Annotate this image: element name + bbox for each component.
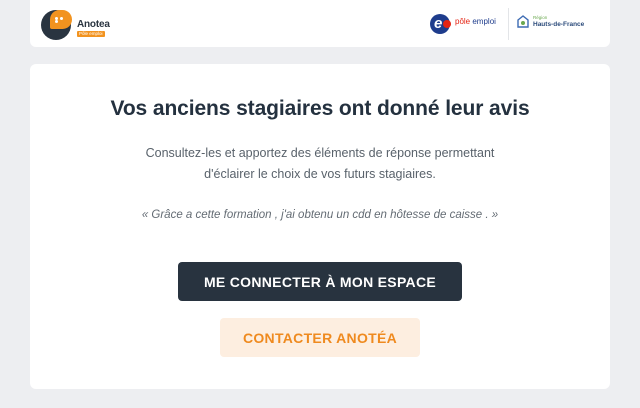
region-small-label: Région: [533, 15, 548, 20]
region-name: Hauts-de-France: [533, 21, 585, 28]
pole-emploi-logo[interactable]: e pôle emploi: [430, 14, 505, 34]
subtitle-text: Consultez-les et apportez des éléments d…: [145, 146, 495, 181]
partner-logos: e pôle emploi Région Hauts-de-France: [430, 8, 600, 40]
pole-emploi-suffix: emploi: [472, 17, 496, 26]
login-button[interactable]: ME CONNECTER À MON ESPACE: [178, 262, 462, 301]
pole-emploi-text: pôle emploi: [455, 17, 496, 26]
logo-name: Anotea: [77, 19, 110, 30]
pole-emploi-prefix: pôle: [455, 17, 471, 26]
region-map-icon: [517, 15, 529, 28]
trainee-quote: « Grâce a cette formation , j'ai obtenu …: [141, 209, 499, 221]
anotea-logo[interactable]: Anotea Pôle emploi: [41, 8, 111, 40]
top-header: Anotea Pôle emploi e pôle emploi Région …: [30, 0, 610, 47]
main-card: Vos anciens stagiaires ont donné leur av…: [30, 64, 610, 389]
header-divider: [508, 8, 509, 40]
dots-icon: [55, 17, 69, 23]
pole-emploi-icon: e: [430, 14, 451, 34]
contact-button[interactable]: CONTACTER ANOTÉA: [220, 318, 420, 357]
region-logo[interactable]: Région Hauts-de-France: [516, 14, 600, 34]
page-title: Vos anciens stagiaires ont donné leur av…: [110, 97, 530, 120]
logo-tag: Pôle emploi: [77, 31, 105, 37]
